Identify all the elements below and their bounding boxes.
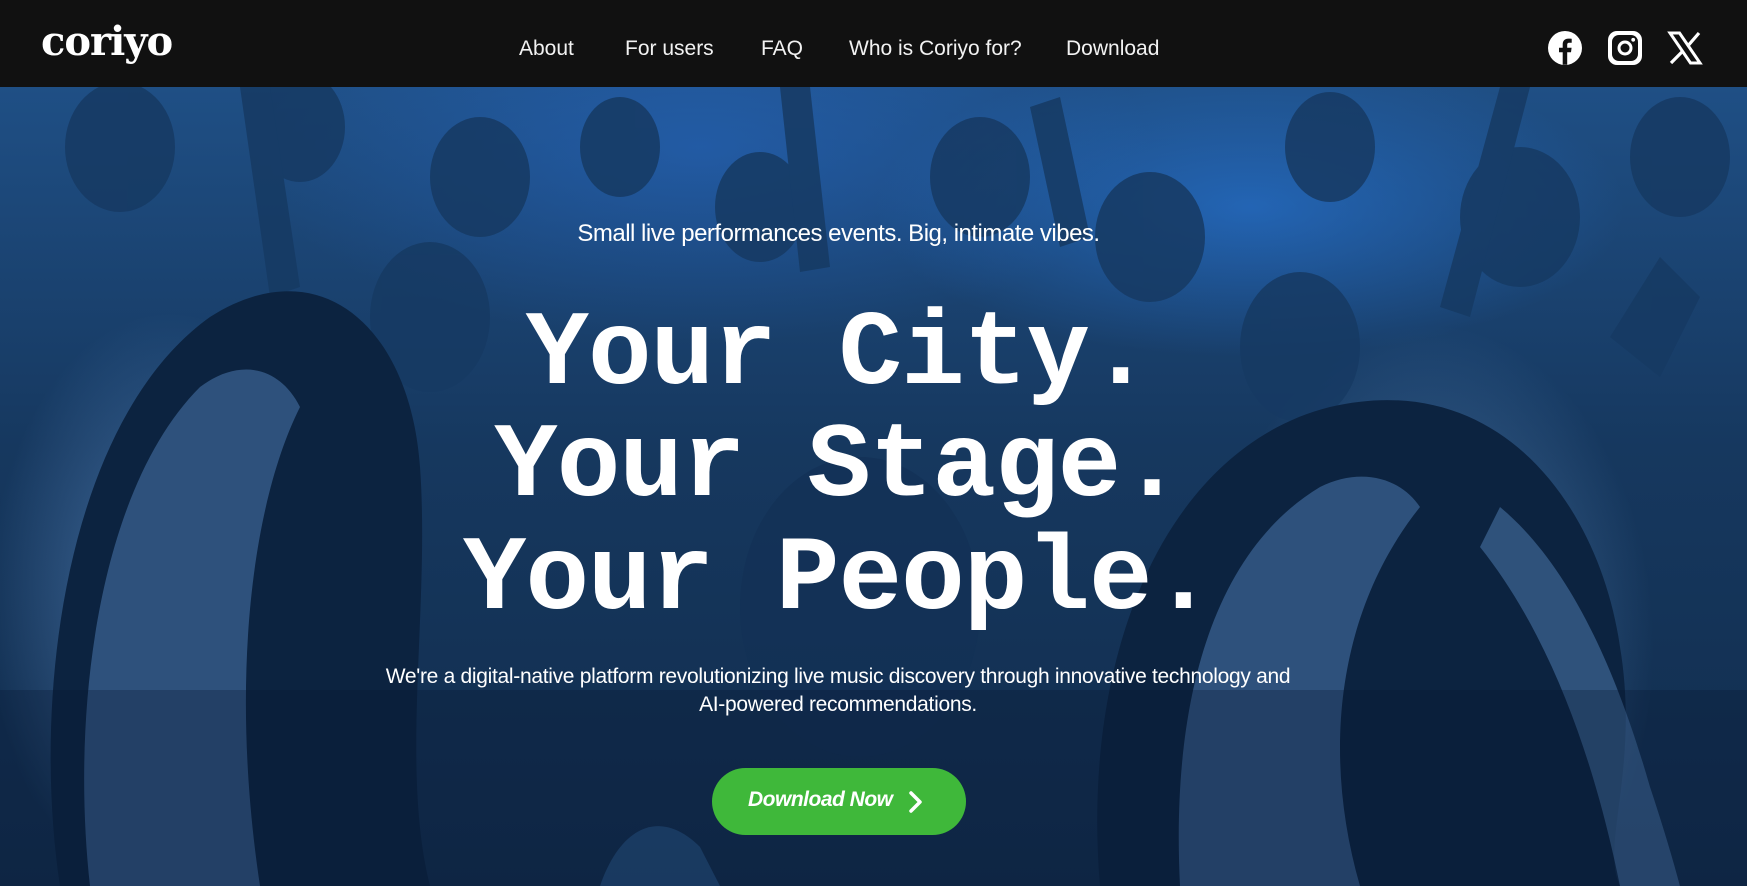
nav-link-faq[interactable]: FAQ bbox=[761, 38, 803, 59]
hero-headline-line-3: Your People. bbox=[462, 520, 1215, 640]
instagram-icon[interactable] bbox=[1607, 30, 1643, 66]
hero-description: We're a digital-native platform revoluti… bbox=[385, 665, 1291, 716]
x-icon[interactable] bbox=[1667, 30, 1703, 66]
hero-section: Small live performances events. Big, int… bbox=[0, 87, 1747, 886]
download-now-button[interactable]: Download Now bbox=[712, 768, 966, 835]
nav-link-download[interactable]: Download bbox=[1066, 38, 1159, 59]
chevron-right-icon bbox=[909, 791, 922, 813]
top-navbar: coriyo About For users FAQ Who is Coriyo… bbox=[0, 0, 1747, 87]
main-navigation: About For users FAQ Who is Coriyo for? D… bbox=[0, 0, 1747, 87]
hero-headline-line-1: Your City. bbox=[525, 295, 1152, 415]
facebook-icon[interactable] bbox=[1547, 30, 1583, 66]
download-now-label: Download Now bbox=[748, 788, 893, 811]
hero-tagline: Small live performances events. Big, int… bbox=[577, 220, 1100, 247]
hero-headline-line-2: Your Stage. bbox=[494, 407, 1184, 527]
nav-link-about[interactable]: About bbox=[519, 38, 574, 59]
nav-link-who-is-coriyo-for[interactable]: Who is Coriyo for? bbox=[849, 38, 1022, 59]
nav-link-for-users[interactable]: For users bbox=[625, 38, 714, 59]
